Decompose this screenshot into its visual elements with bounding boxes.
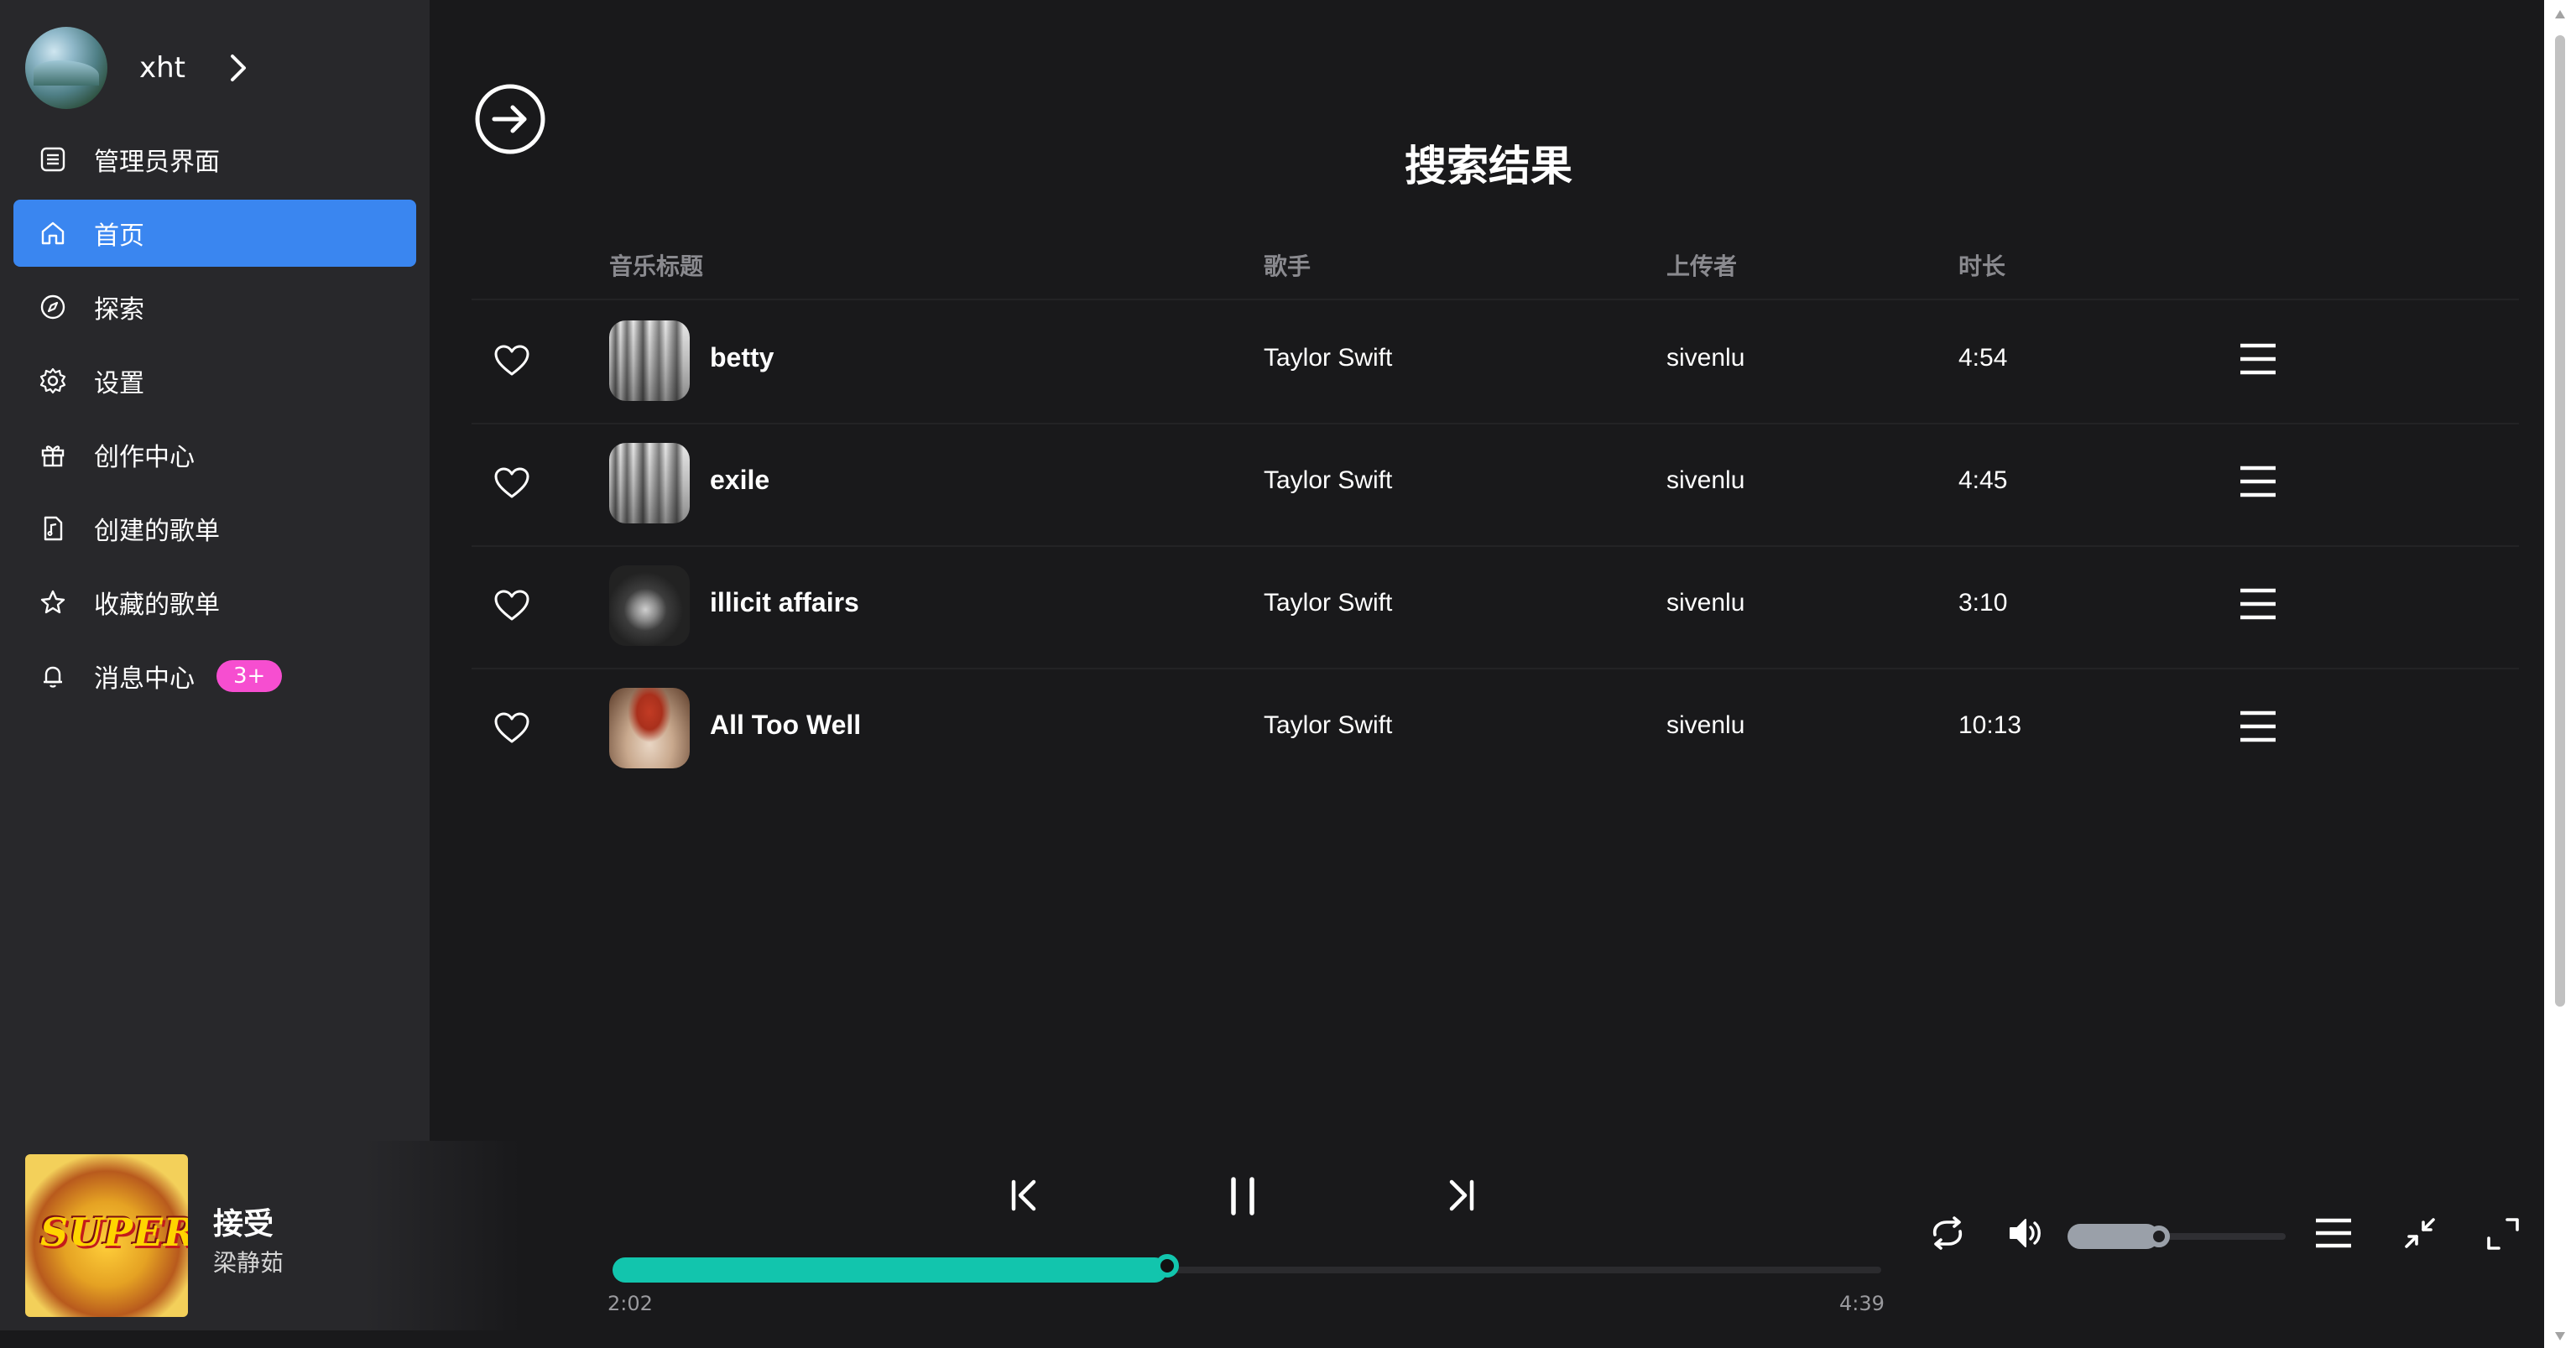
- table-row[interactable]: betty Taylor Swift sivenlu 4:54: [430, 300, 2544, 423]
- album-cover: [609, 565, 690, 646]
- volume-icon[interactable]: [2007, 1215, 2046, 1252]
- next-track-icon[interactable]: [1447, 1179, 1475, 1211]
- gift-icon: [41, 445, 65, 467]
- song-title[interactable]: betty: [710, 342, 774, 373]
- volume-fill: [2068, 1224, 2160, 1249]
- heart-icon[interactable]: [493, 589, 530, 622]
- song-title[interactable]: exile: [710, 465, 769, 496]
- song-artist: Taylor Swift: [1264, 466, 1393, 494]
- menu-icon[interactable]: [2239, 708, 2277, 745]
- song-duration: 3:10: [1958, 589, 2008, 617]
- sidebar-item-favorite-playlists[interactable]: 收藏的歌单: [13, 569, 416, 636]
- song-title[interactable]: illicit affairs: [710, 587, 859, 618]
- table-row[interactable]: All Too Well Taylor Swift sivenlu 10:13: [430, 668, 2544, 790]
- column-header-title[interactable]: 音乐标题: [609, 248, 703, 282]
- sidebar-item-created-playlists[interactable]: 创建的歌单: [13, 495, 416, 562]
- now-playing-title[interactable]: 接受: [213, 1200, 274, 1243]
- page-title: 搜索结果: [1405, 142, 1572, 190]
- song-artist: Taylor Swift: [1264, 711, 1393, 739]
- heart-icon[interactable]: [493, 344, 530, 377]
- sidebar-item-label: 创作中心: [94, 443, 195, 472]
- heart-icon[interactable]: [493, 466, 530, 500]
- sidebar-item-home[interactable]: 首页: [13, 200, 416, 267]
- heart-icon[interactable]: [493, 711, 530, 745]
- progress-bar[interactable]: [613, 1254, 1881, 1283]
- sidebar-item-label: 探索: [94, 295, 144, 325]
- scroll-down-arrow-icon[interactable]: [2553, 1330, 2567, 1342]
- sidebar-item-label: 管理员界面: [94, 148, 220, 177]
- sidebar-item-label: 首页: [94, 221, 144, 251]
- collapse-icon[interactable]: [2403, 1216, 2437, 1250]
- song-uploader: sivenlu: [1666, 466, 1745, 494]
- sidebar-item-label: 消息中心: [94, 664, 195, 694]
- avatar[interactable]: [25, 27, 107, 109]
- fullscreen-icon[interactable]: [2485, 1216, 2521, 1252]
- song-duration: 4:45: [1958, 466, 2008, 494]
- scrollbar-thumb[interactable]: [2555, 35, 2565, 1007]
- sidebar-item-settings[interactable]: 设置: [13, 347, 416, 414]
- table-row[interactable]: exile Taylor Swift sivenlu 4:45: [430, 423, 2544, 545]
- column-header-uploader[interactable]: 上传者: [1666, 248, 1737, 282]
- sidebar-item-label: 设置: [94, 369, 144, 398]
- volume-slider[interactable]: [2068, 1224, 2286, 1249]
- now-playing-album-art[interactable]: SUPER: [25, 1154, 188, 1317]
- scroll-up-arrow-icon[interactable]: [2553, 8, 2567, 20]
- menu-icon[interactable]: [2239, 463, 2277, 500]
- sidebar-item-admin[interactable]: 管理员界面: [13, 126, 416, 193]
- sidebar-item-creator-center[interactable]: 创作中心: [13, 421, 416, 488]
- sidebar-item-explore[interactable]: 探索: [13, 273, 416, 341]
- chevron-right-icon[interactable]: [222, 51, 256, 85]
- song-uploader: sivenlu: [1666, 589, 1745, 617]
- table-row[interactable]: illicit affairs Taylor Swift sivenlu 3:1…: [430, 545, 2544, 668]
- sidebar-item-label: 创建的歌单: [94, 517, 220, 546]
- current-time: 2:02: [607, 1292, 653, 1315]
- list-icon: [40, 147, 65, 172]
- previous-track-icon[interactable]: [1010, 1179, 1039, 1211]
- album-art-text: SUPER: [40, 1210, 188, 1255]
- column-header-duration[interactable]: 时长: [1958, 248, 2005, 282]
- notification-badge: 3+: [216, 660, 283, 692]
- repeat-icon[interactable]: [1928, 1216, 1967, 1250]
- sidebar-menu: 管理员界面 首页 探索 设置 创作中心 创建的歌单 收藏的歌单 消息中心 3+: [13, 126, 416, 716]
- player-bar: SUPER 接受 梁静茹 2:02 4:39: [0, 1141, 2544, 1348]
- pause-icon[interactable]: [1227, 1176, 1259, 1216]
- playlist-icon[interactable]: [2314, 1216, 2353, 1250]
- main-content: 搜索结果 音乐标题 歌手 上传者 时长 betty Taylor Swift s…: [430, 0, 2544, 1141]
- star-icon: [40, 590, 65, 614]
- gear-icon: [39, 367, 66, 394]
- album-cover: [609, 320, 690, 401]
- song-duration: 4:54: [1958, 344, 2008, 372]
- volume-handle[interactable]: [2148, 1226, 2171, 1247]
- compass-icon: [40, 294, 65, 320]
- sidebar-item-messages[interactable]: 消息中心 3+: [13, 643, 416, 710]
- song-artist: Taylor Swift: [1264, 344, 1393, 372]
- progress-fill: [613, 1257, 1167, 1283]
- album-cover: [609, 688, 690, 768]
- menu-icon[interactable]: [2239, 341, 2277, 377]
- song-duration: 10:13: [1958, 711, 2022, 739]
- song-title[interactable]: All Too Well: [710, 710, 861, 741]
- vertical-scrollbar[interactable]: [2544, 0, 2576, 1348]
- progress-handle[interactable]: [1155, 1254, 1179, 1278]
- user-name[interactable]: xht: [139, 51, 185, 85]
- total-time: 4:39: [1839, 1292, 1885, 1315]
- now-playing-artist[interactable]: 梁静茹: [213, 1245, 284, 1278]
- document-icon: [44, 516, 63, 541]
- column-header-artist[interactable]: 歌手: [1264, 248, 1311, 282]
- user-profile[interactable]: xht: [25, 27, 256, 109]
- sidebar-item-label: 收藏的歌单: [94, 591, 220, 620]
- album-cover: [609, 443, 690, 523]
- song-artist: Taylor Swift: [1264, 589, 1393, 617]
- song-uploader: sivenlu: [1666, 711, 1745, 739]
- home-icon: [41, 221, 65, 245]
- song-uploader: sivenlu: [1666, 344, 1745, 372]
- menu-icon[interactable]: [2239, 586, 2277, 622]
- bell-icon: [44, 666, 62, 688]
